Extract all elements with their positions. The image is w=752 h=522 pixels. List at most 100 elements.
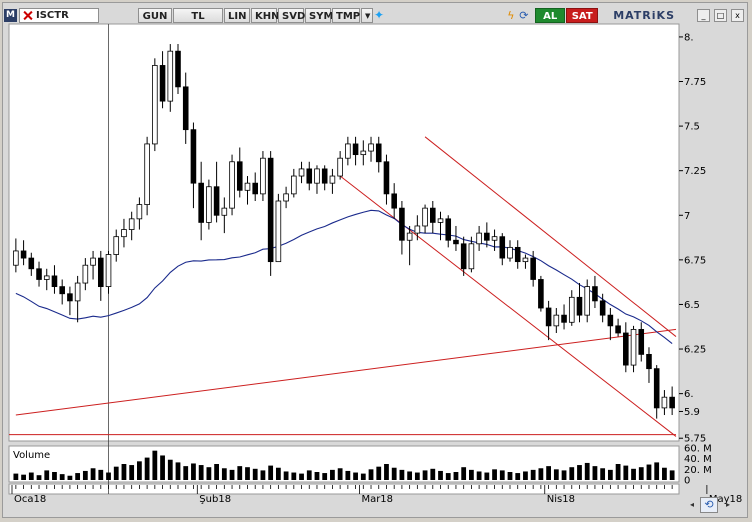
volume-bar [584,462,590,480]
volume-bar [152,450,158,480]
candle-body [152,65,158,145]
candle-body [476,232,482,245]
candle-body [267,157,274,263]
candle-body [368,143,374,152]
volume-bar [592,466,598,480]
candle-body [275,200,282,263]
volume-title: Volume [13,450,50,461]
volume-bar [391,467,397,480]
volume-bar [438,470,443,480]
candle-body [414,225,421,234]
volume-bar [191,463,196,480]
volume-bar [499,470,505,480]
candle-body [113,236,120,255]
volume-bar [669,470,675,480]
candle-body [43,275,50,280]
volume-bar [445,473,451,480]
price-tick-label: 8. [684,32,694,43]
candle-body [437,218,444,223]
candle-body [167,50,174,102]
volume-bar [638,467,644,480]
candle-body [67,293,73,302]
volume-bar [453,472,459,480]
volume-bar [52,472,57,480]
volume-bar [515,473,521,480]
candle-body [399,207,405,241]
volume-bar [631,468,636,480]
candle-body [530,257,536,280]
volume-bar [623,465,629,480]
candle-body [507,246,513,259]
volume-bar [646,464,652,480]
candle-body [514,246,521,263]
candle-body [383,161,390,195]
volume-bar [384,464,389,480]
candle-body [213,186,220,216]
price-tick-label: 7.5 [684,122,700,133]
candle-body [198,182,204,223]
sync-button[interactable]: ⟲ [700,497,718,513]
volume-bar [183,466,189,480]
volume-bar [268,465,274,480]
volume-bar [13,473,19,480]
volume-bar [144,457,150,480]
candle-body [352,143,359,156]
volume-bar [36,475,42,480]
volume-bar [221,468,227,480]
volume-bar [607,469,613,480]
candle-body [74,282,81,302]
candle-body [306,168,313,184]
volume-bar [430,468,436,480]
candle-body [298,168,305,177]
volume-bar [252,468,258,480]
volume-bar [44,470,50,480]
candle-body [337,157,343,177]
candle-body [244,182,251,191]
candle-body [661,396,668,409]
volume-bar [461,467,467,480]
candle-body [623,332,629,366]
candle-body [638,329,645,355]
volume-bar [129,465,135,480]
volume-bar [577,465,582,480]
candle-body [20,250,27,259]
candle-body [630,329,637,366]
candle-body [175,50,181,88]
scroll-right-icon[interactable]: ▸ [722,497,734,513]
candle-body [468,243,475,270]
volume-bar [106,472,111,480]
volume-bar [198,465,204,480]
price-chart: 8.7.757.57.2576.756.56.256.5.95.75 60. M… [8,23,742,505]
candle-body [206,186,212,223]
volume-bar [137,461,142,480]
volume-bar [353,472,358,480]
date-label: Oca18 [14,494,46,505]
volume-bar [59,474,65,480]
candle-body [105,254,112,288]
volume-bar [530,469,536,480]
volume-bar [523,471,528,480]
volume-bar [260,470,266,480]
candle-body [51,275,58,288]
volume-bar [345,470,351,480]
price-tick-label: 6. [684,389,694,400]
volume-tick-label: 40. M [684,454,712,465]
candle-body [59,286,65,295]
volume-bar [160,455,165,480]
candle-body [260,157,266,195]
candle-body [568,296,575,323]
volume-bar [615,464,621,480]
scroll-left-icon[interactable]: ◂ [686,497,698,513]
date-label: Nis18 [547,494,575,505]
volume-bar [484,472,490,480]
candle-body [190,129,197,184]
volume-tick-label: 20. M [684,465,712,476]
volume-bar [422,470,428,480]
candle-body [375,143,382,163]
candle-body [90,257,96,266]
candle-body [128,218,135,230]
candle-body [221,207,228,216]
candle-body [445,218,452,241]
volume-bar [360,473,366,480]
candle-body [453,239,459,245]
